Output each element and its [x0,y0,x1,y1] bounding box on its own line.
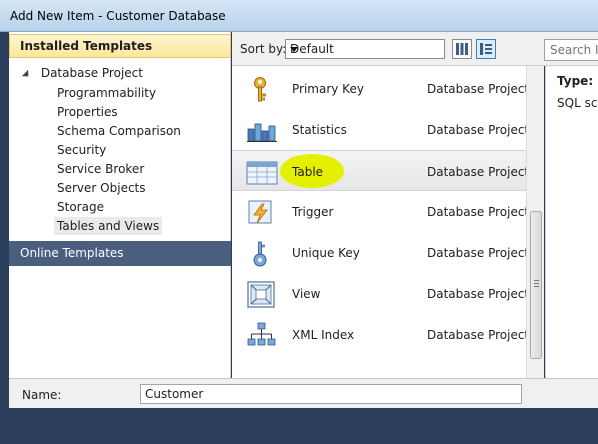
tree-item-service-broker[interactable]: Service Broker [57,160,144,178]
template-row-unique-key[interactable]: Unique Key Database Project [232,232,530,273]
tree-item-storage[interactable]: Storage [57,198,104,216]
tree-item-server-objects[interactable]: Server Objects [57,179,146,197]
template-name: View [292,287,321,301]
template-name: Trigger [292,205,334,219]
tree-item-security[interactable]: Security [57,141,106,159]
window-title: Add New Item - Customer Database [10,9,226,23]
tree-item-label: Database Project [40,66,143,80]
tree-item-properties[interactable]: Properties [57,103,118,121]
tree-item-programmability[interactable]: Programmability [57,84,156,102]
template-type: Database Project [427,246,530,260]
xml-index-icon [246,322,278,348]
dropdown-arrow-icon[interactable] [290,47,298,52]
template-type: Database Project [427,165,530,179]
template-details-pane: Type: SQL script [545,66,598,378]
template-categories-pane: Installed Templates Database Project Pro… [9,32,231,378]
template-row-trigger[interactable]: Trigger Database Project [232,191,530,232]
template-name: Unique Key [292,246,360,260]
template-name: Statistics [292,123,347,137]
template-type: Database Project [427,205,530,219]
installed-templates-label: Installed Templates [20,39,153,53]
search-input[interactable] [550,43,598,57]
unique-key-icon [246,240,278,267]
details-view-button[interactable] [476,39,496,59]
name-bar: Name: [9,378,598,408]
item-name-input[interactable] [145,387,515,401]
sort-by-dropdown[interactable]: Default [285,39,445,59]
expanded-arrow-icon[interactable] [21,69,29,77]
template-row-primary-key[interactable]: Primary Key Database Project [232,68,530,109]
template-row-statistics[interactable]: Statistics Database Project [232,109,530,150]
view-icon [246,281,278,308]
template-type: Database Project [427,82,530,96]
tree-item-tables-and-views[interactable]: Tables and Views [54,217,163,235]
template-name: XML Index [292,328,355,342]
template-description: SQL script [557,96,598,110]
title-bar: Add New Item - Customer Database [0,0,598,32]
template-type: Database Project [427,328,530,342]
tree-item-database-project[interactable]: Database Project [21,66,143,80]
template-type: Database Project [427,123,530,137]
template-type: Database Project [427,287,530,301]
key-icon [246,76,278,102]
tree-item-schema-comparison[interactable]: Schema Comparison [57,122,181,140]
template-name: Primary Key [292,82,364,96]
sort-by-label: Sort by: [240,42,287,56]
statistics-icon [246,117,278,143]
template-row-table[interactable]: Table Database Project [232,150,530,191]
template-name: Table [292,165,324,179]
online-templates-label: Online Templates [20,246,124,260]
search-installed-templates-field[interactable] [544,39,598,61]
table-icon [246,159,278,185]
trigger-icon [246,199,278,225]
templates-toolbar: Sort by: Default [232,32,598,66]
installed-templates-header[interactable]: Installed Templates [9,34,231,58]
template-row-xml-index[interactable]: XML Index Database Project [232,314,530,355]
online-templates-item[interactable]: Online Templates [9,241,231,266]
type-label: Type: [557,74,594,88]
template-row-view[interactable]: View Database Project [232,273,530,314]
item-name-field[interactable] [140,384,522,404]
scrollbar-thumb[interactable] [530,211,542,359]
details-view-icon [477,43,495,61]
small-icons-view-icon [453,43,471,61]
templates-list: Primary Key Database Project Statistics … [232,66,530,378]
name-label: Name: [22,388,62,402]
small-icons-view-button[interactable] [452,39,472,59]
templates-list-scrollbar[interactable] [526,66,544,378]
